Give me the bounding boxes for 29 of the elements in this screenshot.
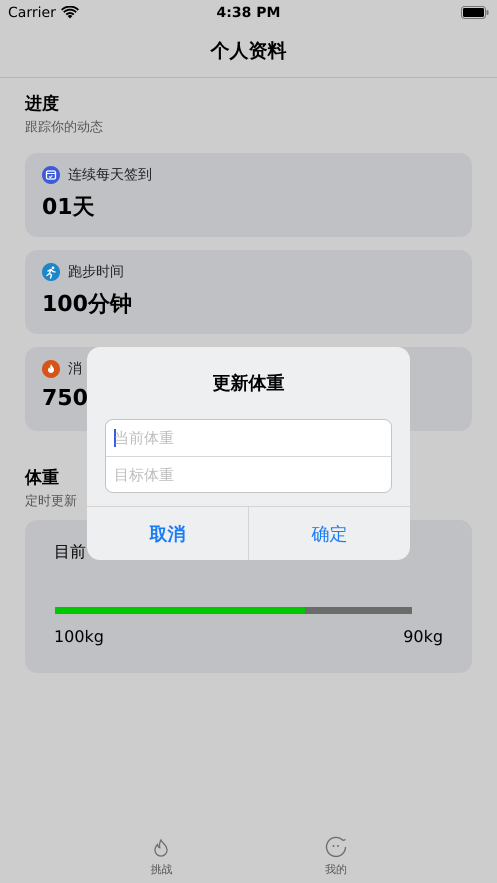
input-field[interactable]: 目标体重 xyxy=(105,456,392,493)
section-title: 体重 xyxy=(25,467,59,489)
dialog-button[interactable]: 取消 xyxy=(87,507,248,560)
status-time: 4:38 PM xyxy=(216,4,280,20)
target-weight: 90kg xyxy=(403,627,443,646)
dialog-button[interactable]: 确定 xyxy=(248,507,410,560)
wifi-icon xyxy=(60,6,79,19)
stat-label: 跑步时间 xyxy=(68,263,124,281)
face-icon[interactable] xyxy=(324,836,347,858)
section-title: 进度 xyxy=(25,93,59,115)
stat-label: 连续每天签到 xyxy=(68,166,152,184)
stat-value: 100分钟 xyxy=(42,291,132,319)
section-subtitle: 跟踪你的动态 xyxy=(25,119,103,136)
stat-value: 750 xyxy=(42,386,88,411)
calendar-icon xyxy=(42,166,60,184)
page-title: 个人资料 xyxy=(210,39,286,64)
tab-label[interactable]: 我的 xyxy=(324,862,347,877)
battery-icon xyxy=(461,6,489,19)
flame-icon xyxy=(42,360,60,378)
dialog-title: 更新体重 xyxy=(212,372,284,395)
current-weight-label: 目前 xyxy=(54,542,86,563)
section-subtitle: 定时更新 xyxy=(25,493,77,510)
carrier-label: Carrier xyxy=(8,4,56,20)
stat-value: 01天 xyxy=(42,194,95,222)
start-weight: 100kg xyxy=(54,627,104,646)
tab-label[interactable]: 挑战 xyxy=(150,862,172,877)
flame-icon[interactable] xyxy=(152,838,170,858)
stat-label: 消 xyxy=(68,360,82,378)
runner-icon xyxy=(42,263,60,281)
